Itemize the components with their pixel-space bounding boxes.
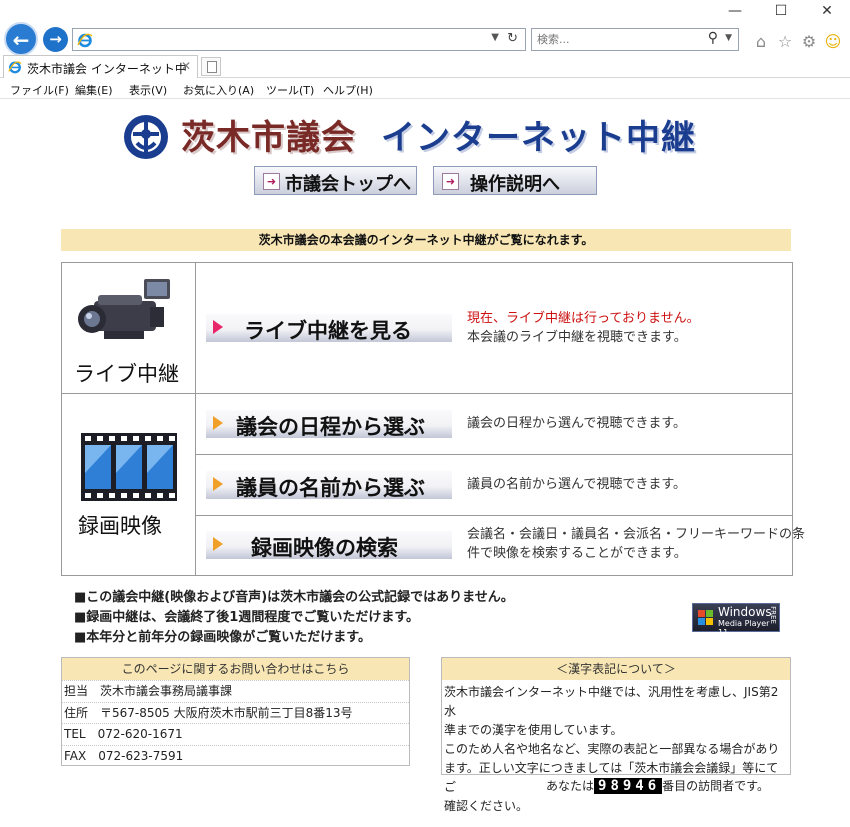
kanji-line: 準までの漢字を使用しています。 bbox=[444, 723, 623, 737]
menu-favorites[interactable]: お気に入り(A) bbox=[183, 82, 254, 98]
site-title-main: 茨木市議会 bbox=[181, 118, 356, 158]
menu-file[interactable]: ファイル(F) bbox=[10, 82, 69, 98]
search-dropdown-icon[interactable]: ▼ bbox=[725, 33, 732, 43]
search-description: 会議名・会議日・議員名・会派名・フリーキーワードの条 件で映像を検索することがで… bbox=[467, 525, 805, 563]
site-title-sub: インターネット中継 bbox=[381, 118, 696, 158]
tab-strip: 茨木市議会 インターネット中継 ✕ bbox=[0, 54, 850, 93]
note-item: ■本年分と前年分の録画映像がご覧いただけます。 bbox=[74, 630, 371, 645]
counter-prefix: あなたは bbox=[546, 779, 595, 793]
film-strip-icon bbox=[81, 433, 177, 501]
select-by-schedule-label: 議会の日程から選ぶ bbox=[236, 415, 425, 439]
council-top-label: 市議会トップへ bbox=[285, 174, 411, 195]
member-description: 議員の名前から選んで視聴できます。 bbox=[467, 477, 687, 492]
wmp-title: Windows bbox=[718, 605, 772, 619]
windows-logo-icon bbox=[698, 610, 713, 625]
menu-bar: ファイル(F) 編集(E) 表示(V) お気に入り(A) ツール(T) ヘルプ(… bbox=[0, 79, 850, 99]
kanji-heading: ＜漢字表記について＞ bbox=[442, 658, 790, 680]
tab-close-icon[interactable]: ✕ bbox=[181, 59, 191, 73]
kanji-body: 茨木市議会インターネット中継では、汎用性を考慮し、JIS第2水 準までの漢字を使… bbox=[442, 680, 790, 819]
select-by-member-label: 議員の名前から選ぶ bbox=[236, 476, 425, 500]
manual-button[interactable]: ➜ 操作説明へ bbox=[433, 166, 597, 195]
broadcast-table: ライブ中継 ライブ中継を見る 現在、ライブ中継は行っておりません。 本会議のライ… bbox=[61, 262, 805, 576]
ie-tab-icon bbox=[8, 61, 22, 74]
live-status-text: 現在、ライブ中継は行っておりません。 bbox=[467, 311, 700, 326]
divider bbox=[195, 263, 196, 575]
menu-view[interactable]: 表示(V) bbox=[129, 82, 167, 98]
manual-label: 操作説明へ bbox=[470, 174, 560, 195]
address-dropdown-icon[interactable]: ▼ bbox=[491, 32, 499, 43]
search-recordings-button[interactable]: 録画映像の検索 bbox=[206, 531, 452, 560]
kanji-line: 確認ください。 bbox=[444, 799, 529, 813]
refresh-icon[interactable]: ↻ bbox=[507, 31, 518, 46]
page-content: 茨木市議会 インターネット中継 ➜ 市議会トップへ ➜ 操作説明へ 茨木市議会の… bbox=[0, 100, 850, 827]
council-top-button[interactable]: ➜ 市議会トップへ bbox=[254, 166, 417, 195]
menu-tools[interactable]: ツール(T) bbox=[266, 82, 314, 98]
divider bbox=[195, 515, 792, 516]
forward-button[interactable]: → bbox=[43, 27, 68, 52]
select-by-member-button[interactable]: 議員の名前から選ぶ bbox=[206, 471, 452, 500]
arrow-right-icon: ➜ bbox=[442, 173, 459, 190]
back-button[interactable]: ← bbox=[4, 22, 38, 56]
window-titlebar: — ☐ ✕ bbox=[0, 0, 850, 22]
note-item: ■録画中継は、会議終了後1週間程度でご覧いただけます。 bbox=[74, 610, 420, 625]
contact-row: 担当 茨木市議会事務局議事課 bbox=[62, 680, 409, 702]
note-item: ■この議会中継(映像および音声)は茨木市議会の公式記録ではありません。 bbox=[74, 590, 514, 605]
counter-suffix: 番目の訪問者です。 bbox=[662, 779, 769, 793]
search-box[interactable]: ⚲ ▼ bbox=[531, 28, 739, 51]
notes-list: ■この議会中継(映像および音声)は茨木市議会の公式記録ではありません。 ■録画中… bbox=[74, 588, 514, 648]
menu-edit[interactable]: 編集(E) bbox=[75, 82, 113, 98]
forward-arrow-icon: → bbox=[49, 30, 62, 48]
search-recordings-label: 録画映像の検索 bbox=[251, 536, 398, 560]
arrow-right-icon: ➜ bbox=[263, 173, 280, 190]
minimize-button[interactable]: — bbox=[712, 0, 758, 22]
schedule-description: 議会の日程から選んで視聴できます。 bbox=[467, 416, 687, 431]
menu-help[interactable]: ヘルプ(H) bbox=[323, 82, 373, 98]
maximize-button[interactable]: ☐ bbox=[758, 0, 804, 22]
video-camera-icon bbox=[78, 279, 170, 339]
contact-row: FAX 072-623-7591 bbox=[62, 744, 409, 767]
windows-media-player-download-link[interactable]: Windows Media Player 11 FREE bbox=[692, 603, 780, 637]
contact-row: TEL 072-620-1671 bbox=[62, 723, 409, 745]
contact-row: 住所 〒567-8505 大阪府茨木市駅前三丁目8番13号 bbox=[62, 701, 409, 724]
divider bbox=[62, 393, 792, 394]
live-desc-text: 本会議のライブ中継を視聴できます。 bbox=[467, 330, 687, 345]
counter-digits: 98946 bbox=[594, 778, 663, 794]
search-icon[interactable]: ⚲ bbox=[708, 30, 718, 46]
search-desc-line1: 会議名・会議日・議員名・会派名・フリーキーワードの条 bbox=[467, 527, 806, 542]
triangle-arrow-icon bbox=[213, 537, 223, 551]
navigation-bar: ← → ▼ ↻ ⚲ ▼ ⌂ ☆ ⚙ ☺ bbox=[0, 20, 850, 58]
wmp-free-badge: FREE bbox=[769, 606, 778, 624]
triangle-arrow-icon bbox=[213, 416, 223, 430]
city-emblem-logo bbox=[124, 115, 168, 159]
kanji-line: このため人名や地名など、実際の表記と一部異なる場合があり bbox=[444, 742, 780, 756]
divider bbox=[195, 454, 792, 455]
new-tab-button[interactable] bbox=[201, 57, 221, 76]
recorded-section-label: 録画映像 bbox=[78, 514, 162, 538]
settings-gear-icon[interactable]: ⚙ bbox=[799, 32, 819, 52]
home-icon[interactable]: ⌂ bbox=[751, 32, 771, 52]
triangle-arrow-icon bbox=[213, 477, 223, 491]
notice-banner: 茨木市議会の本会議のインターネット中継がご覧になれます。 bbox=[61, 229, 791, 251]
live-section-label: ライブ中継 bbox=[74, 362, 179, 386]
search-desc-line2: 件で映像を検索することができます。 bbox=[467, 546, 687, 561]
watch-live-label: ライブ中継を見る bbox=[244, 319, 412, 343]
kanji-line: 茨木市議会インターネット中継では、汎用性を考慮し、JIS第2水 bbox=[444, 685, 779, 718]
kanji-notice-box: ＜漢字表記について＞ 茨木市議会インターネット中継では、汎用性を考慮し、JIS第… bbox=[441, 657, 791, 813]
live-description: 現在、ライブ中継は行っておりません。 本会議のライブ中継を視聴できます。 bbox=[467, 309, 700, 347]
back-arrow-icon: ← bbox=[12, 28, 30, 52]
visitor-counter: あなたは 98946 番目の訪問者です。 bbox=[546, 777, 769, 794]
browser-tab[interactable]: 茨木市議会 インターネット中継 ✕ bbox=[3, 55, 198, 93]
select-by-schedule-button[interactable]: 議会の日程から選ぶ bbox=[206, 410, 452, 439]
close-window-button[interactable]: ✕ bbox=[804, 0, 850, 22]
triangle-arrow-icon bbox=[213, 320, 223, 334]
ie-logo-icon bbox=[77, 33, 93, 48]
watch-live-button[interactable]: ライブ中継を見る bbox=[206, 314, 452, 343]
search-input[interactable] bbox=[537, 32, 697, 47]
contact-box: このページに関するお問い合わせはこちら 担当 茨木市議会事務局議事課 住所 〒5… bbox=[61, 657, 410, 766]
favorites-star-icon[interactable]: ☆ bbox=[775, 32, 795, 52]
contact-heading: このページに関するお問い合わせはこちら bbox=[62, 658, 409, 680]
address-bar[interactable]: ▼ ↻ bbox=[72, 28, 526, 51]
smiley-feedback-icon[interactable]: ☺ bbox=[823, 32, 843, 52]
